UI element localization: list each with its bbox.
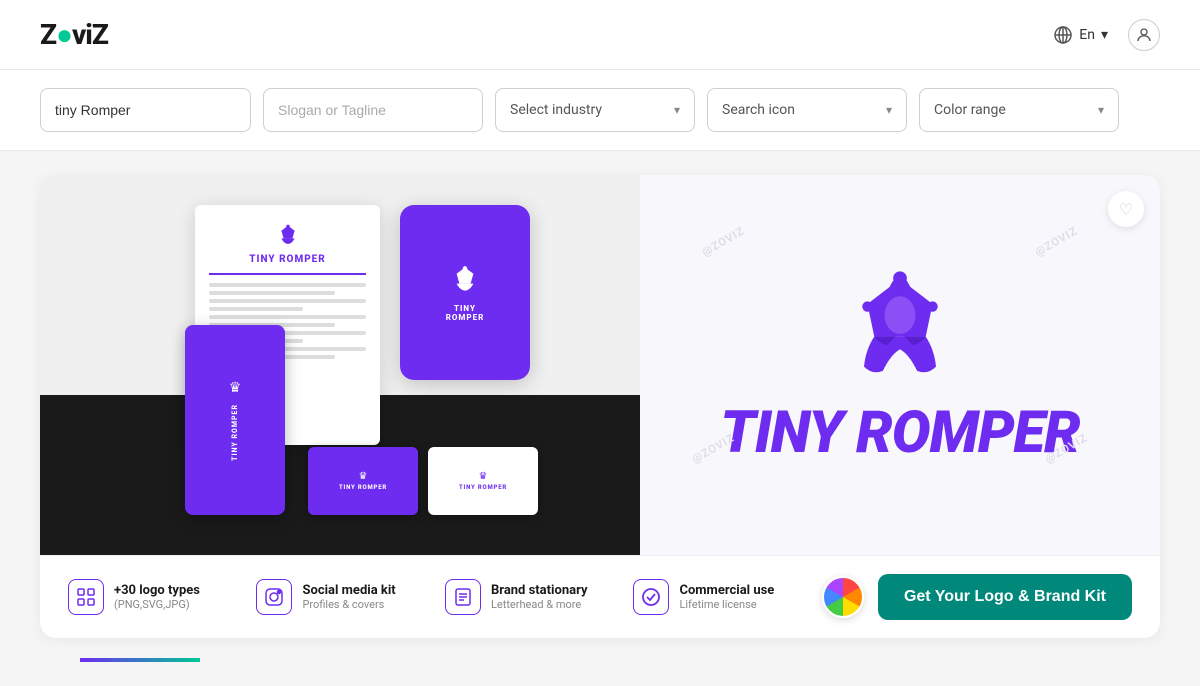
feature-stationary: Brand stationary Letterhead & more bbox=[445, 579, 633, 615]
feature-commercial: Commercial use Lifetime license bbox=[633, 579, 821, 615]
cta-button[interactable]: Get Your Logo & Brand Kit bbox=[878, 574, 1132, 620]
stationary-subtitle: Letterhead & more bbox=[491, 598, 588, 611]
logo-rest: viZ bbox=[72, 18, 108, 51]
industry-chevron: ▾ bbox=[674, 103, 680, 117]
favorite-button[interactable]: ♡ bbox=[1108, 191, 1144, 227]
crown-purple-card bbox=[451, 264, 479, 298]
color-dropdown[interactable]: Color range ▾ bbox=[919, 88, 1119, 132]
commercial-icon bbox=[633, 579, 669, 615]
features-bar: +30 logo types (PNG,SVG,JPG) Social medi… bbox=[40, 555, 1160, 638]
social-media-title: Social media kit bbox=[302, 583, 395, 598]
globe-icon bbox=[1053, 25, 1073, 45]
brand-name-display: TINY ROMPER bbox=[720, 404, 1080, 462]
logo-types-title: +30 logo types bbox=[114, 583, 200, 598]
logo-display-area: ♡ @ZOVIZ @ZOVIZ @ZOVIZ @ZOVIZ bbox=[640, 175, 1160, 555]
watermark-1: @ZOVIZ bbox=[700, 224, 747, 259]
watermark-2: @ZOVIZ bbox=[1033, 224, 1080, 259]
stationary-text: Brand stationary Letterhead & more bbox=[491, 583, 588, 611]
icon-dropdown[interactable]: Search icon ▾ bbox=[707, 88, 907, 132]
language-selector[interactable]: En ▾ bbox=[1053, 25, 1108, 45]
logo[interactable]: Z●viZ bbox=[40, 18, 108, 51]
lang-label: En bbox=[1079, 27, 1095, 43]
crown-biz-purple: ♛ bbox=[359, 471, 368, 482]
bottom-accent-line bbox=[80, 658, 200, 662]
header: Z●viZ En ▾ bbox=[0, 0, 1200, 70]
commercial-text: Commercial use Lifetime license bbox=[679, 583, 774, 611]
color-chevron: ▾ bbox=[1098, 103, 1104, 117]
crown-icon-letterhead bbox=[277, 223, 299, 250]
brand-purple-card: TINYROMPER bbox=[446, 304, 485, 322]
slogan-input[interactable] bbox=[263, 88, 483, 132]
logo-types-icon bbox=[68, 579, 104, 615]
logo-preview-card: TINY ROMPER bbox=[40, 175, 1160, 638]
logo-types-subtitle: (PNG,SVG,JPG) bbox=[114, 598, 200, 611]
main-content: TINY ROMPER bbox=[0, 151, 1200, 686]
preview-section: TINY ROMPER bbox=[40, 175, 1160, 555]
feature-social-media: Social media kit Profiles & covers bbox=[256, 579, 444, 615]
industry-label: Select industry bbox=[510, 102, 602, 118]
industry-dropdown[interactable]: Select industry ▾ bbox=[495, 88, 695, 132]
stationary-icon bbox=[445, 579, 481, 615]
color-label: Color range bbox=[934, 102, 1006, 118]
divider-letterhead bbox=[209, 273, 366, 275]
logo-types-text: +30 logo types (PNG,SVG,JPG) bbox=[114, 583, 200, 611]
logo-accent: ● bbox=[56, 18, 72, 51]
social-media-subtitle: Profiles & covers bbox=[302, 598, 395, 611]
commercial-subtitle: Lifetime license bbox=[679, 598, 774, 611]
cta-area: Get Your Logo & Brand Kit bbox=[822, 574, 1132, 620]
header-right: En ▾ bbox=[1053, 19, 1160, 51]
color-wheel[interactable] bbox=[822, 576, 864, 618]
business-card-purple: ♛ TINY ROMPER bbox=[308, 447, 418, 515]
brand-biz-purple: TINY ROMPER bbox=[339, 484, 387, 491]
brand-logo-icon bbox=[840, 268, 960, 388]
purple-portrait-card: TINYROMPER bbox=[400, 205, 530, 380]
crown-vert: ♛ bbox=[229, 380, 242, 396]
user-icon[interactable] bbox=[1128, 19, 1160, 51]
heart-icon: ♡ bbox=[1119, 200, 1133, 219]
commercial-title: Commercial use bbox=[679, 583, 774, 598]
lang-chevron: ▾ bbox=[1101, 27, 1108, 43]
brand-vert: TINY ROMPER bbox=[231, 404, 239, 461]
icon-label: Search icon bbox=[722, 102, 795, 118]
feature-logo-types: +30 logo types (PNG,SVG,JPG) bbox=[68, 579, 256, 615]
vertical-purple-card: ♛ TINY ROMPER bbox=[185, 325, 285, 515]
search-area: tiny Romper Select industry ▾ Search ico… bbox=[0, 70, 1200, 151]
user-avatar-icon bbox=[1135, 26, 1153, 44]
logo-text: Z bbox=[40, 18, 56, 51]
mockup-area: TINY ROMPER bbox=[40, 175, 640, 555]
stationary-title: Brand stationary bbox=[491, 583, 588, 598]
brand-name-letterhead: TINY ROMPER bbox=[249, 254, 326, 265]
crown-biz-white: ♛ bbox=[479, 471, 488, 482]
business-card-white: ♛ TINY ROMPER bbox=[428, 447, 538, 515]
brand-biz-white: TINY ROMPER bbox=[459, 484, 507, 491]
brand-name-input[interactable]: tiny Romper bbox=[40, 88, 251, 132]
social-media-icon bbox=[256, 579, 292, 615]
icon-chevron: ▾ bbox=[886, 103, 892, 117]
social-media-text: Social media kit Profiles & covers bbox=[302, 583, 395, 611]
